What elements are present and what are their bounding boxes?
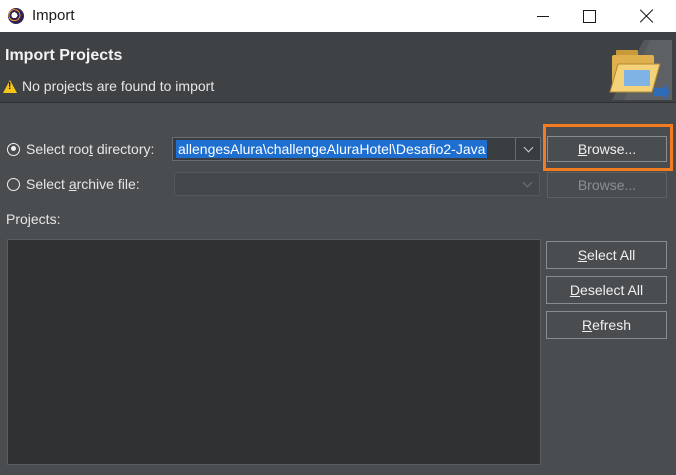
eclipse-app-icon <box>8 8 24 24</box>
wizard-message: No projects are found to import <box>3 78 214 94</box>
label-mnemonic: a <box>68 176 77 192</box>
archive-file-label: Select archive file: <box>26 176 140 192</box>
chevron-down-icon <box>523 142 533 152</box>
button-label: elect All <box>587 247 636 263</box>
root-directory-value[interactable]: allengesAlura\challengeAluraHotel\Desafi… <box>176 140 488 158</box>
root-directory-dropdown[interactable] <box>515 138 540 160</box>
minimize-icon <box>537 15 549 17</box>
window-title: Import <box>32 7 75 24</box>
button-mnemonic: R <box>581 317 593 333</box>
deselect-all-button[interactable]: Deselect All <box>546 276 667 304</box>
root-directory-combo[interactable]: allengesAlura\challengeAluraHotel\Desafi… <box>172 137 541 161</box>
button-label: eselect All <box>580 282 644 298</box>
maximize-button[interactable] <box>566 0 612 32</box>
minimize-button[interactable] <box>520 0 566 32</box>
select-all-button[interactable]: Select All <box>546 241 667 269</box>
projects-list[interactable] <box>7 239 541 465</box>
wizard-title: Import Projects <box>5 47 123 64</box>
projects-label: Projects: <box>6 211 61 227</box>
warning-icon <box>3 79 17 93</box>
root-directory-label: Select root directory: <box>26 141 154 157</box>
browse-root-button[interactable]: Browse... <box>547 136 667 162</box>
archive-file-radio[interactable] <box>7 177 20 191</box>
chevron-down-icon <box>522 177 532 187</box>
button-mnemonic: B <box>577 141 588 157</box>
wizard-message-text: No projects are found to import <box>22 78 215 94</box>
button-mnemonic: S <box>577 247 588 263</box>
button-label: rowse... <box>587 141 637 157</box>
close-icon <box>640 9 654 23</box>
header-separator <box>0 102 676 103</box>
maximize-icon <box>582 9 596 23</box>
label-part: Select roo <box>26 141 90 157</box>
root-directory-radio[interactable] <box>7 142 20 156</box>
archive-file-combo <box>174 172 540 196</box>
close-button[interactable] <box>624 0 670 32</box>
wizard-header: Import Projects No projects are found to… <box>0 32 676 102</box>
label-part: Select <box>26 176 69 192</box>
refresh-button[interactable]: Refresh <box>546 311 667 339</box>
import-folder-icon <box>609 40 672 100</box>
label-part: rchive file: <box>76 176 140 192</box>
title-bar: Import <box>0 0 676 32</box>
archive-file-option[interactable]: Select archive file: <box>7 176 140 192</box>
button-label: efresh <box>592 317 632 333</box>
button-mnemonic: D <box>569 282 581 298</box>
browse-archive-button: Browse... <box>547 172 667 198</box>
archive-file-dropdown <box>515 173 539 195</box>
root-directory-option[interactable]: Select root directory: <box>7 141 154 157</box>
label-part: directory: <box>92 141 155 157</box>
